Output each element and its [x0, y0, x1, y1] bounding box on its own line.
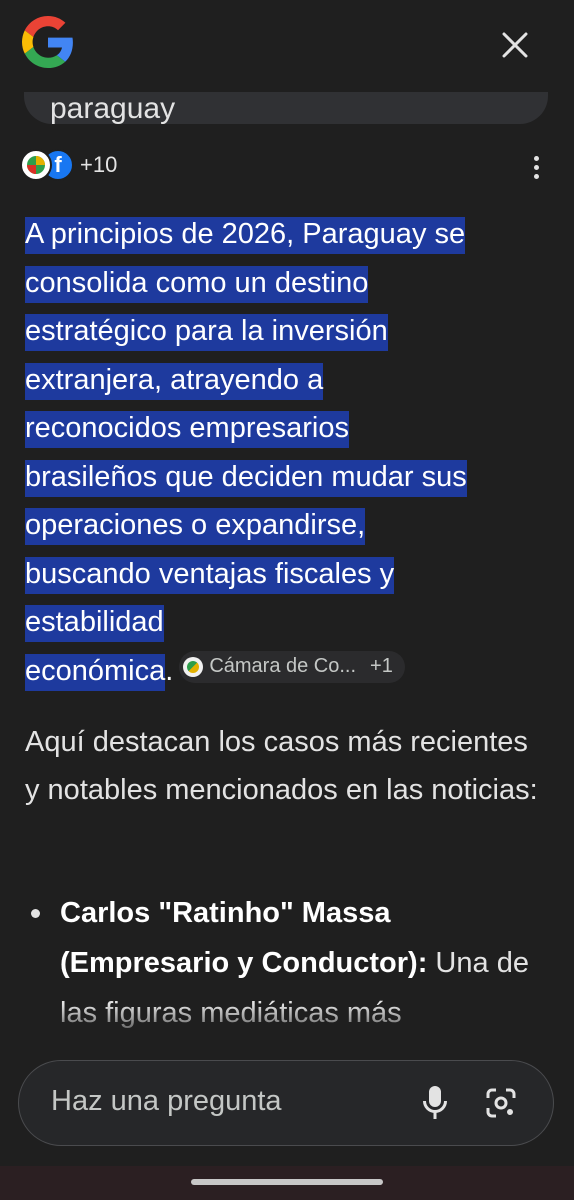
highlight-line: buscando ventajas fiscales y — [25, 556, 395, 594]
highlight-line: estratégico para la inversión — [25, 314, 388, 351]
citation-chip[interactable]: Cámara de Co... +1 — [179, 650, 405, 683]
sources-count: +10 — [80, 152, 118, 177]
highlight-line: reconocidos empresarios — [25, 411, 349, 448]
highlight-line: brasileños que deciden mudar sus — [25, 459, 467, 497]
more-options-button[interactable] — [522, 150, 550, 184]
more-vert-icon — [533, 155, 539, 161]
mic-icon — [423, 1086, 447, 1119]
citation-count: +1 — [370, 655, 393, 678]
highlight-line: estabilidad — [25, 605, 164, 642]
query-text: paraguay — [50, 92, 176, 124]
intro-paragraph: Aquí destacan los casos más recientes y … — [25, 726, 538, 806]
highlight-line: consolida como un destino — [25, 265, 369, 303]
highlight-line: A principios de 2026, Paraguay se — [25, 217, 466, 254]
mic-button[interactable] — [417, 1083, 453, 1123]
citation-label: Cámara de Co... — [209, 655, 357, 678]
answer-highlighted-paragraph: A principios de 2026, Paraguay se consoli… — [25, 210, 555, 695]
google-g-icon — [22, 16, 73, 68]
close-icon — [502, 32, 528, 58]
bullet-title: Carlos "Ratinho" Massa (Empresario y Con… — [60, 897, 428, 979]
camara-comercio-icon — [183, 656, 204, 677]
scroll-fade — [0, 1004, 574, 1044]
sources-row[interactable]: f +10 — [20, 146, 117, 184]
system-nav-bar — [0, 1166, 574, 1200]
ask-placeholder: Haz una pregunta — [51, 1085, 282, 1117]
gesture-handle[interactable] — [191, 1179, 383, 1185]
ask-input[interactable]: Haz una pregunta — [18, 1060, 554, 1146]
lens-search-icon — [486, 1088, 516, 1118]
highlight-line: extranjera, atrayendo a — [25, 362, 324, 400]
highlight-line: económica — [25, 653, 166, 691]
highlight-line: operaciones o expandirse, — [25, 508, 366, 545]
top-bar — [0, 0, 574, 92]
close-button[interactable] — [492, 22, 538, 68]
end-punctuation: . — [165, 654, 174, 687]
lens-button[interactable] — [481, 1083, 521, 1123]
camara-comercio-icon — [20, 149, 52, 181]
